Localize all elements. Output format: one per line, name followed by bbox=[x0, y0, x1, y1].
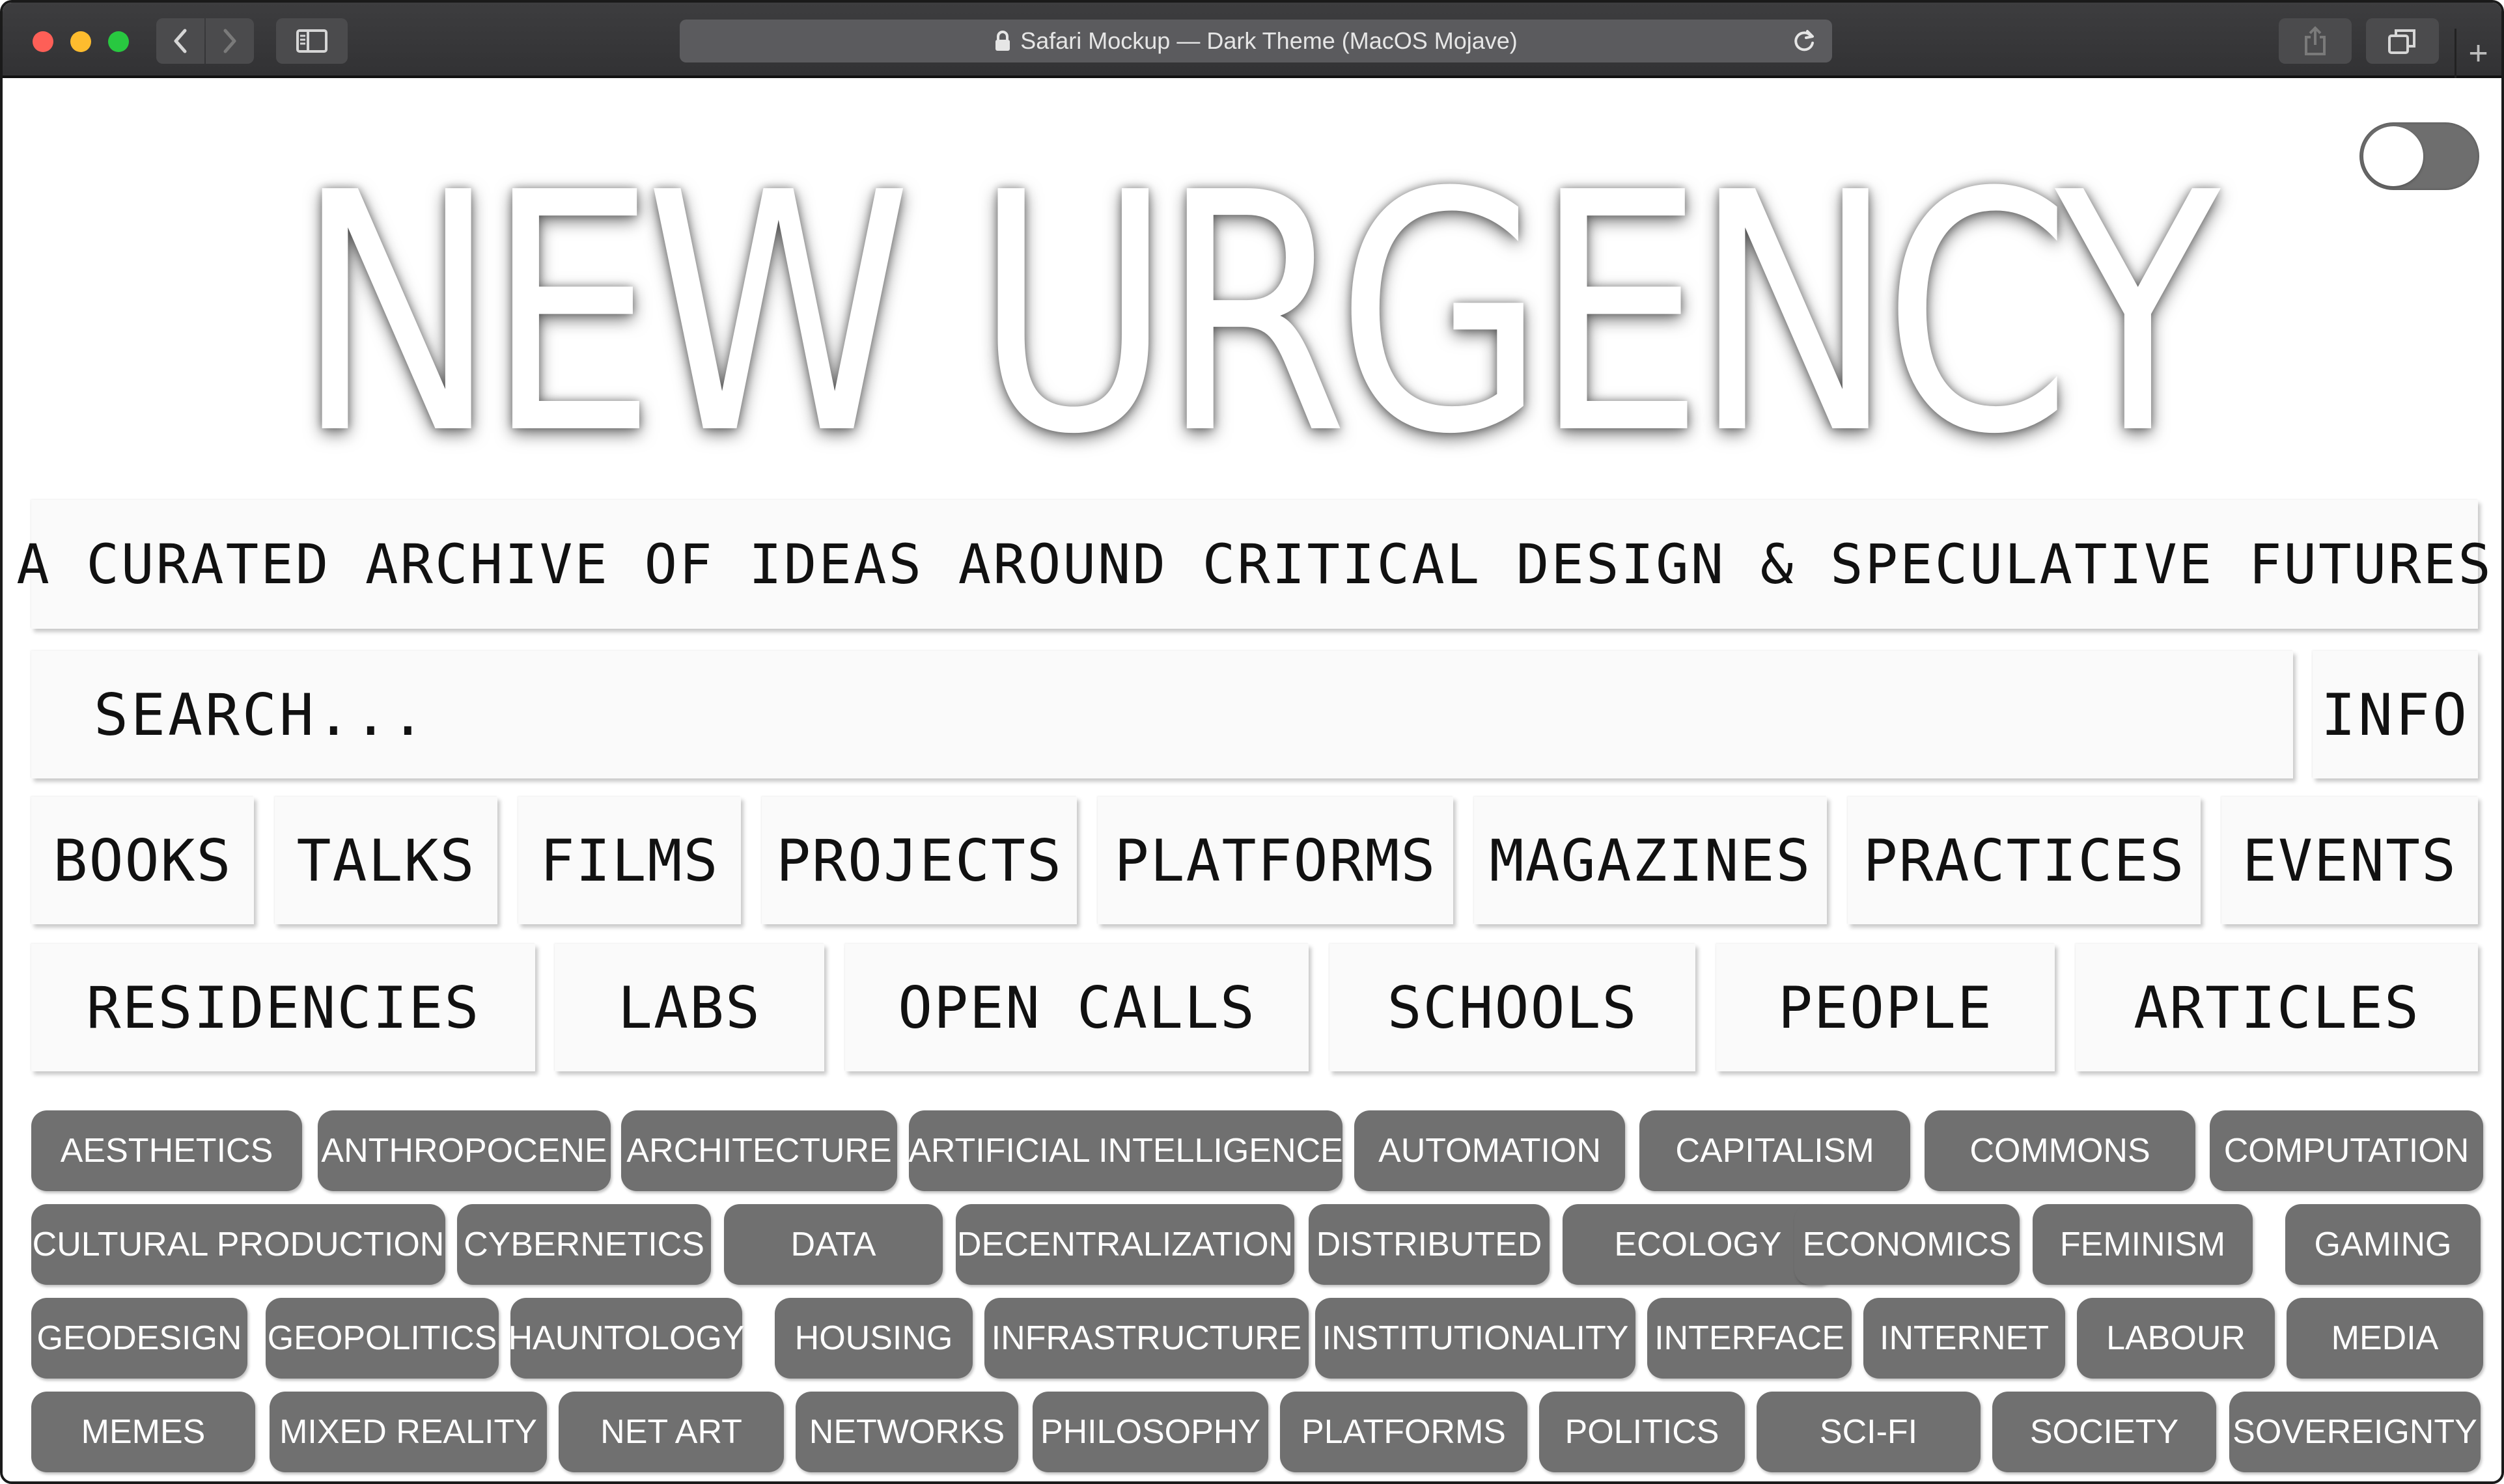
tag-decentralization[interactable]: DECENTRALIZATION bbox=[956, 1204, 1294, 1285]
tag-distributed[interactable]: DISTRIBUTED bbox=[1309, 1204, 1550, 1285]
new-tab-button[interactable]: + bbox=[2455, 29, 2500, 78]
info-button[interactable]: INFO bbox=[2313, 651, 2478, 778]
tag-geodesign[interactable]: GEODESIGN bbox=[31, 1298, 247, 1379]
search-input[interactable]: SEARCH... bbox=[31, 651, 2293, 778]
tag-interface[interactable]: INTERFACE bbox=[1647, 1298, 1852, 1379]
tag-automation[interactable]: AUTOMATION bbox=[1354, 1110, 1625, 1191]
tag-networks[interactable]: NETWORKS bbox=[796, 1392, 1018, 1472]
forward-button[interactable] bbox=[206, 18, 254, 64]
tag-cultural-production[interactable]: CULTURAL PRODUCTION bbox=[31, 1204, 445, 1285]
sidebar-toggle-button[interactable] bbox=[276, 18, 348, 64]
chevron-right-icon bbox=[223, 29, 236, 53]
tag-internet[interactable]: INTERNET bbox=[1863, 1298, 2065, 1379]
site-title[interactable]: NEW URGENCY bbox=[227, 150, 2276, 480]
address-bar-title: Safari Mockup — Dark Theme (MacOS Mojave… bbox=[1020, 27, 1518, 54]
nav-practices[interactable]: PRACTICES bbox=[1848, 797, 2201, 924]
nav-open-calls[interactable]: OPEN CALLS bbox=[845, 944, 1309, 1071]
back-button[interactable] bbox=[156, 18, 204, 64]
tag-institutionality[interactable]: INSTITUTIONALITY bbox=[1315, 1298, 1635, 1379]
tag-philosophy[interactable]: PHILOSOPHY bbox=[1033, 1392, 1268, 1472]
browser-titlebar: Safari Mockup — Dark Theme (MacOS Mojave… bbox=[3, 3, 2501, 78]
nav-people[interactable]: PEOPLE bbox=[1716, 944, 2055, 1071]
address-bar[interactable]: Safari Mockup — Dark Theme (MacOS Mojave… bbox=[680, 20, 1832, 62]
reload-icon[interactable] bbox=[1792, 29, 1816, 53]
tag-society[interactable]: SOCIETY bbox=[1992, 1392, 2216, 1472]
tag-data[interactable]: DATA bbox=[724, 1204, 943, 1285]
tag-infrastructure[interactable]: INFRASTRUCTURE bbox=[984, 1298, 1309, 1379]
tag-architecture[interactable]: ARCHITECTURE bbox=[621, 1110, 897, 1191]
tag-aesthetics[interactable]: AESTHETICS bbox=[31, 1110, 302, 1191]
nav-books[interactable]: BOOKS bbox=[31, 797, 254, 924]
tag-sovereignty[interactable]: SOVEREIGNTY bbox=[2229, 1392, 2481, 1472]
tag-politics[interactable]: POLITICS bbox=[1539, 1392, 1745, 1472]
chevron-left-icon bbox=[174, 29, 187, 53]
tag-platforms[interactable]: PLATFORMS bbox=[1280, 1392, 1527, 1472]
tag-anthropocene[interactable]: ANTHROPOCENE bbox=[318, 1110, 611, 1191]
nav-events[interactable]: EVENTS bbox=[2221, 797, 2478, 924]
tag-mixed-reality[interactable]: MIXED REALITY bbox=[270, 1392, 547, 1472]
nav-magazines[interactable]: MAGAZINES bbox=[1474, 797, 1827, 924]
tag-media[interactable]: MEDIA bbox=[2287, 1298, 2483, 1379]
toggle-knob bbox=[2363, 126, 2423, 186]
tag-labour[interactable]: LABOUR bbox=[2077, 1298, 2275, 1379]
nav-talks[interactable]: TALKS bbox=[275, 797, 497, 924]
tagline: A CURATED ARCHIVE OF IDEAS AROUND CRITIC… bbox=[16, 500, 2491, 629]
close-window-button[interactable] bbox=[33, 31, 53, 52]
tag-commons[interactable]: COMMONS bbox=[1925, 1110, 2195, 1191]
minimize-window-button[interactable] bbox=[70, 31, 91, 52]
share-button[interactable] bbox=[2279, 18, 2352, 64]
tabs-icon bbox=[2388, 29, 2415, 54]
page-content: NEW URGENCY A CURATED ARCHIVE OF IDEAS A… bbox=[3, 81, 2501, 1481]
browser-window: Safari Mockup — Dark Theme (MacOS Mojave… bbox=[0, 0, 2504, 1484]
tab-overview-button[interactable] bbox=[2366, 18, 2439, 64]
tag-gaming[interactable]: GAMING bbox=[2285, 1204, 2481, 1285]
tag-computation[interactable]: COMPUTATION bbox=[2210, 1110, 2483, 1191]
tag-capitalism[interactable]: CAPITALISM bbox=[1639, 1110, 1910, 1191]
nav-schools[interactable]: SCHOOLS bbox=[1329, 944, 1695, 1071]
tag-feminism[interactable]: FEMINISM bbox=[2033, 1204, 2253, 1285]
zoom-window-button[interactable] bbox=[108, 31, 129, 52]
tag-net-art[interactable]: NET ART bbox=[559, 1392, 784, 1472]
nav-residencies[interactable]: RESIDENCIES bbox=[31, 944, 535, 1071]
tag-memes[interactable]: MEMES bbox=[31, 1392, 255, 1472]
sidebar-icon bbox=[296, 29, 327, 53]
nav-films[interactable]: FILMS bbox=[518, 797, 741, 924]
nav-articles[interactable]: ARTICLES bbox=[2076, 944, 2478, 1071]
tag-geopolitics[interactable]: GEOPOLITICS bbox=[266, 1298, 499, 1379]
tag-sci-fi[interactable]: SCI-FI bbox=[1757, 1392, 1981, 1472]
tag-ecology[interactable]: ECOLOGY bbox=[1563, 1204, 1833, 1285]
theme-toggle[interactable] bbox=[2359, 122, 2479, 190]
tag-housing[interactable]: HOUSING bbox=[775, 1298, 973, 1379]
share-icon bbox=[2305, 26, 2326, 55]
nav-platforms[interactable]: PLATFORMS bbox=[1098, 797, 1453, 924]
tag-economics[interactable]: ECONOMICS bbox=[1794, 1204, 2020, 1285]
nav-labs[interactable]: LABS bbox=[555, 944, 824, 1071]
lock-icon bbox=[994, 30, 1011, 52]
nav-projects[interactable]: PROJECTS bbox=[762, 797, 1077, 924]
tag-cybernetics[interactable]: CYBERNETICS bbox=[457, 1204, 711, 1285]
tag-hauntology[interactable]: HAUNTOLOGY bbox=[508, 1298, 745, 1379]
tag-artificial-intelligence[interactable]: ARTIFICIAL INTELLIGENCE bbox=[908, 1110, 1343, 1191]
